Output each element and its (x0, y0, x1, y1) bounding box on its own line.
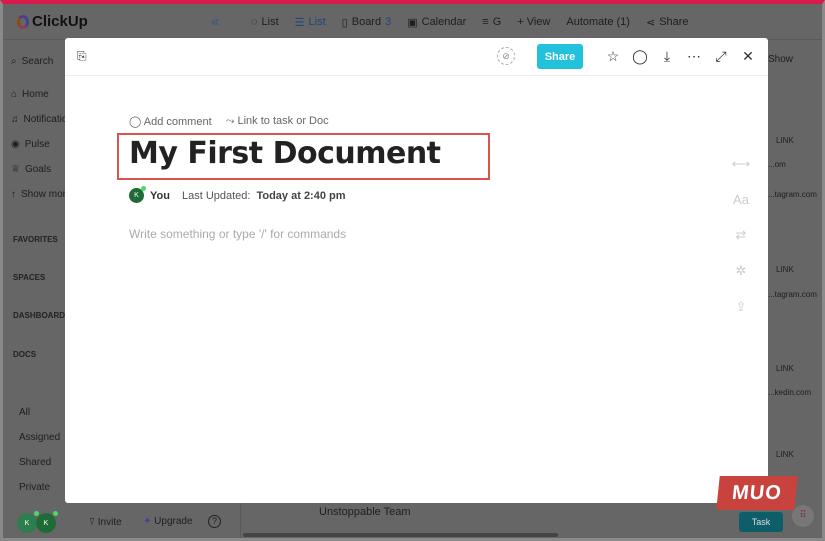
background-table-column: Show LINK ...om ...tagram.com LINK ...ta… (768, 40, 822, 538)
top-bar: ClickUp « ◌ List ☰ List ▯ Board 3 ▣ Cale… (3, 4, 822, 40)
sidebar-item-goals[interactable]: ♕ Goals (11, 164, 51, 175)
tab-list[interactable]: ◌ List (251, 16, 279, 28)
export-icon[interactable]: ⇪ (736, 299, 747, 315)
horizontal-scrollbar[interactable] (243, 533, 558, 537)
tab-label: Calendar (421, 16, 467, 28)
sidebar-item-pulse[interactable]: ◉ Pulse (11, 139, 50, 150)
help-icon[interactable]: ? (208, 515, 221, 528)
sidebar-item-home[interactable]: ⌂ Home (11, 89, 49, 100)
search-label: Search (21, 56, 54, 67)
document-body-input[interactable]: Write something or type '/' for commands (129, 227, 346, 241)
close-icon[interactable]: ✕ (740, 46, 756, 66)
last-updated-value: Today at 2:40 pm (256, 189, 346, 202)
section-spaces[interactable]: SPACES (13, 273, 45, 282)
document-title[interactable]: My First Document (129, 136, 441, 171)
last-updated-label: Last Updated: (181, 189, 251, 202)
item-label: Pulse (24, 139, 50, 150)
link-cell[interactable]: ...tagram.com (768, 290, 817, 299)
automate-button[interactable]: Automate (1) (566, 16, 630, 28)
clickup-logo[interactable]: ClickUp (17, 13, 88, 30)
document-modal: ⎘ ⊘ Share ☆ ◯ ⤓ ⋯ ⤢ ✕ ◯ Add comment ⤳ Li… (65, 38, 768, 503)
link-task-button[interactable]: ⤳ Link to task or Doc (226, 115, 329, 128)
show-button[interactable]: Show (768, 54, 793, 65)
logo-icon (17, 14, 29, 29)
tab-count: 3 (385, 16, 392, 28)
docs-filter-assigned[interactable]: Assigned (19, 432, 60, 443)
author-name: You (150, 189, 170, 202)
docs-filter-all[interactable]: All (19, 407, 30, 418)
team-name: Unstoppable Team (319, 506, 411, 518)
column-header: LINK (776, 136, 794, 145)
link-cell[interactable]: ...kedin.com (768, 388, 811, 397)
avatar[interactable]: K (36, 511, 58, 533)
arrow-up-icon: ↑ (11, 189, 16, 200)
bell-icon: ♫ (11, 114, 19, 125)
tab-calendar[interactable]: ▣ Calendar (407, 16, 466, 29)
add-comment-button[interactable]: ◯ Add comment (129, 115, 212, 128)
item-label: Home (22, 89, 49, 100)
muo-watermark-logo: MUO (716, 476, 798, 510)
avatar[interactable]: K (17, 511, 39, 533)
column-header: LINK (776, 450, 794, 459)
download-icon[interactable]: ⤓ (659, 46, 675, 66)
tab-list-view[interactable]: ☰ List (295, 16, 326, 29)
add-comment-label: Add comment (143, 116, 212, 128)
star-icon[interactable]: ☆ (605, 46, 621, 66)
apps-grid-icon[interactable]: ⠿ (792, 505, 814, 527)
add-view-button[interactable]: + View (517, 16, 550, 28)
link-cell[interactable]: ...om (768, 160, 786, 169)
comment-icon[interactable]: ◯ (632, 46, 648, 66)
side-toolbar: ⟷ Aa ⇄ ✲ ⇪ (731, 156, 751, 315)
author-row: K You Last Updated: Today at 2:40 pm (129, 186, 346, 203)
more-icon[interactable]: ⋯ (686, 46, 702, 66)
app-window: ClickUp « ◌ List ☰ List ▯ Board 3 ▣ Cale… (0, 0, 825, 541)
tab-label: List (261, 16, 279, 28)
brand-name: ClickUp (32, 13, 88, 30)
upgrade-label: Upgrade (154, 516, 193, 527)
sync-icon[interactable]: ⇄ (736, 227, 747, 243)
docs-filter-private[interactable]: Private (19, 482, 50, 493)
tab-label: List (308, 16, 326, 28)
top-share-button[interactable]: ⋖ Share (646, 16, 689, 29)
section-favorites[interactable]: FAVORITES (13, 235, 58, 244)
section-docs[interactable]: DOCS (13, 350, 36, 359)
sidebar-search[interactable]: ⌕ Search (11, 56, 53, 67)
upgrade-button[interactable]: ✦ Upgrade (143, 516, 193, 527)
column-header: LINK (776, 265, 794, 274)
trophy-icon: ♕ (11, 164, 20, 175)
column-header: LINK (776, 364, 794, 373)
tab-board[interactable]: ▯ Board 3 (342, 16, 392, 29)
link-cell[interactable]: ...tagram.com (768, 190, 817, 199)
sidebar-item-show-more[interactable]: ↑ Show more (11, 189, 72, 200)
author-avatar: K (129, 186, 146, 203)
item-label: Show more (21, 189, 72, 200)
share-button[interactable]: Share (537, 44, 583, 69)
tab-label: G (492, 16, 502, 28)
page-width-icon[interactable]: ⟷ (732, 156, 751, 172)
pulse-icon: ◉ (11, 139, 20, 150)
tab-label: Board (351, 16, 382, 28)
share-label: Share (659, 16, 689, 28)
invite-label: Invite (97, 517, 122, 528)
footer: K K ⍢ Invite ✦ Upgrade ? Unstoppable Tea… (3, 503, 822, 538)
link-task-label: Link to task or Doc (237, 115, 329, 127)
home-icon: ⌂ (11, 89, 18, 100)
collapse-sidebar-icon[interactable]: « (211, 13, 219, 30)
expand-icon[interactable]: ⤢ (713, 46, 729, 66)
sparkle-icon: ✦ (143, 516, 152, 527)
modal-header: ⎘ ⊘ Share ☆ ◯ ⤓ ⋯ ⤢ ✕ (65, 38, 768, 76)
magic-icon[interactable]: ✲ (736, 263, 747, 279)
docs-filter-shared[interactable]: Shared (19, 457, 51, 468)
add-task-button[interactable]: Task (739, 512, 783, 532)
tab-gantt[interactable]: ≡ G (482, 16, 501, 28)
tag-icon[interactable]: ⊘ (497, 47, 515, 65)
font-size-icon[interactable]: Aa (733, 192, 749, 207)
item-label: Goals (24, 164, 52, 175)
section-dashboards[interactable]: DASHBOARDS (13, 311, 70, 320)
doc-icon: ⎘ (77, 49, 87, 63)
invite-button[interactable]: ⍢ Invite (89, 517, 122, 528)
